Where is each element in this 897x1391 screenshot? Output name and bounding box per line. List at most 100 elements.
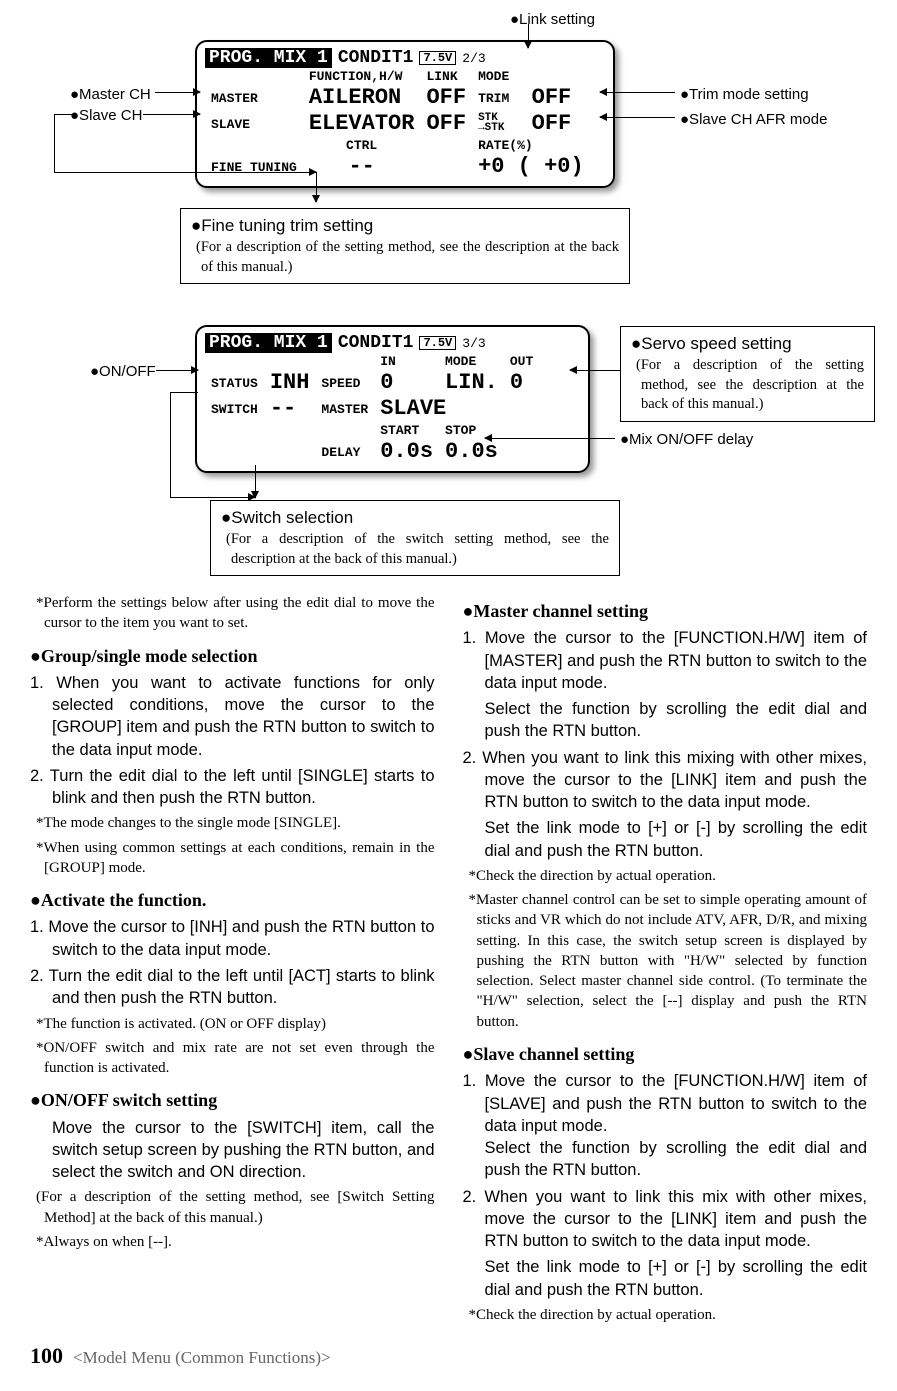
lcd1-page: 2/3 bbox=[462, 52, 485, 65]
lcd2-page: 3/3 bbox=[462, 337, 485, 350]
lcd1-slave-link: OFF bbox=[420, 111, 472, 137]
left-note-2: *When using common settings at each cond… bbox=[30, 838, 435, 879]
callout-switch-note: (For a description of the switch setting… bbox=[221, 530, 609, 569]
leader-line bbox=[54, 172, 316, 173]
leader-line bbox=[600, 117, 675, 118]
left-step-2: 2. Turn the edit dial to the left until … bbox=[30, 765, 435, 810]
diagram-area: ●Link setting ●Master CH ●Slave CH ●Trim… bbox=[30, 10, 867, 585]
label-slave-afr: ●Slave CH AFR mode bbox=[680, 110, 827, 130]
lcd1-condit: CONDIT1 bbox=[338, 49, 414, 67]
lcd2-switch-val: -- bbox=[264, 396, 316, 422]
lcd1-slave-mode-lbl: STK→STK bbox=[472, 111, 526, 137]
lcd2-mode-hdr: MODE bbox=[439, 353, 504, 370]
lcd1-slave-val: ELEVATOR bbox=[303, 111, 421, 137]
leader-line bbox=[485, 438, 615, 439]
leader-line bbox=[170, 392, 171, 497]
footer-title: <Model Menu (Common Functions)> bbox=[73, 1347, 331, 1370]
lcd2-delay-stop: 0.0s bbox=[439, 439, 504, 465]
left-step-4: 2. Turn the edit dial to the left until … bbox=[30, 965, 435, 1010]
leader-line bbox=[570, 370, 620, 371]
left-para-1: Move the cursor to the [SWITCH] item, ca… bbox=[30, 1117, 435, 1184]
label-onoff: ●ON/OFF bbox=[90, 362, 156, 382]
left-note-1: *The mode changes to the single mode [SI… bbox=[30, 813, 435, 833]
lcd1-master-lbl: MASTER bbox=[205, 85, 303, 111]
leader-line bbox=[143, 114, 200, 115]
intro-note: *Perform the settings below after using … bbox=[30, 593, 435, 634]
heading-master-channel: ●Master channel setting bbox=[463, 599, 868, 623]
leader-line bbox=[316, 172, 317, 202]
lcd2-delay-lbl: DELAY bbox=[315, 439, 374, 465]
label-trim-mode: ●Trim mode setting bbox=[680, 85, 809, 105]
right-note-1: *Check the direction by actual operation… bbox=[463, 866, 868, 886]
heading-onoff-switch: ●ON/OFF switch setting bbox=[30, 1088, 435, 1112]
right-note-3: *Check the direction by actual operation… bbox=[463, 1305, 868, 1325]
lcd2-speed-in: 0 bbox=[374, 370, 439, 396]
lcd2-batt: 7.5V bbox=[419, 336, 456, 350]
lcd2-status-lbl: STATUS bbox=[205, 370, 264, 396]
leader-line bbox=[170, 497, 255, 498]
lcd1-rate-val: +0 ( +0) bbox=[472, 154, 590, 180]
left-note-3: *The function is activated. (ON or OFF d… bbox=[30, 1014, 435, 1034]
body-columns: *Perform the settings below after using … bbox=[30, 589, 867, 1329]
lcd1-slave-mode-val: OFF bbox=[526, 111, 590, 137]
callout-switch-title: ●Switch selection bbox=[221, 507, 609, 530]
label-mix-delay: ●Mix ON/OFF delay bbox=[620, 430, 753, 450]
right-para-1: Select the function by scrolling the edi… bbox=[463, 698, 868, 743]
lcd2-condit: CONDIT1 bbox=[338, 334, 414, 352]
lcd1-ft-val: -- bbox=[303, 154, 421, 180]
left-note-6: *Always on when [--]. bbox=[30, 1232, 435, 1252]
lcd1-func-hdr: FUNCTION,H/W bbox=[303, 68, 421, 85]
lcd1-batt: 7.5V bbox=[419, 51, 456, 65]
lcd1-rate-hdr: RATE(%) bbox=[472, 137, 590, 154]
right-step-1: 1. Move the cursor to the [FUNCTION.H/W]… bbox=[463, 627, 868, 694]
lcd1-master-mode-lbl: TRIM bbox=[472, 85, 526, 111]
lcd1-ctrl-hdr: CTRL bbox=[303, 137, 421, 154]
right-step-3: 1. Move the cursor to the [FUNCTION.H/W]… bbox=[463, 1070, 868, 1181]
callout-switch-selection: ●Switch selection (For a description of … bbox=[210, 500, 620, 576]
callout-servo-speed: ●Servo speed setting (For a description … bbox=[620, 326, 875, 422]
lcd1-title: PROG. MIX 1 bbox=[205, 48, 332, 68]
lcd2-status-val: INH bbox=[264, 370, 316, 396]
lcd2-master-lbl: MASTER bbox=[315, 396, 374, 422]
heading-activate: ●Activate the function. bbox=[30, 888, 435, 912]
callout-fine-tuning: ●Fine tuning trim setting (For a descrip… bbox=[180, 208, 630, 284]
lcd2-title: PROG. MIX 1 bbox=[205, 333, 332, 353]
heading-group-single: ●Group/single mode selection bbox=[30, 644, 435, 668]
lcd-screen-2: PROG. MIX 1 CONDIT1 7.5V 3/3 IN MODE OUT… bbox=[195, 325, 590, 473]
leader-line bbox=[170, 392, 198, 393]
right-step-4: 2. When you want to link this mix with o… bbox=[463, 1186, 868, 1253]
left-step-3: 1. Move the cursor to [INH] and push the… bbox=[30, 916, 435, 961]
lcd1-link-hdr: LINK bbox=[420, 68, 472, 85]
lcd2-switch-lbl: SWITCH bbox=[205, 396, 264, 422]
leader-line bbox=[54, 114, 55, 172]
right-column: ●Master channel setting 1. Move the curs… bbox=[463, 589, 868, 1329]
lcd2-speed-mode: LIN. bbox=[439, 370, 504, 396]
lcd1-ft-lbl: FINE TUNING bbox=[205, 154, 303, 180]
lcd2-stop-hdr: STOP bbox=[439, 422, 504, 439]
leader-line bbox=[54, 114, 72, 115]
callout-fine-tuning-note: (For a description of the setting method… bbox=[191, 238, 619, 277]
lcd2-speed-out: 0 bbox=[504, 370, 539, 396]
lcd2-start-hdr: START bbox=[374, 422, 439, 439]
callout-servo-title: ●Servo speed setting bbox=[631, 333, 864, 356]
callout-servo-note: (For a description of the setting method… bbox=[631, 356, 864, 415]
left-step-1: 1. When you want to activate functions f… bbox=[30, 672, 435, 761]
right-para-3: Set the link mode to [+] or [-] by scrol… bbox=[463, 1256, 868, 1301]
label-slave-ch: ●Slave CH bbox=[70, 106, 142, 126]
lcd2-out-hdr: OUT bbox=[504, 353, 539, 370]
lcd1-mode-hdr: MODE bbox=[472, 68, 590, 85]
callout-fine-tuning-title: ●Fine tuning trim setting bbox=[191, 215, 619, 238]
lcd1-master-link: OFF bbox=[420, 85, 472, 111]
lcd2-speed-lbl: SPEED bbox=[315, 370, 374, 396]
lcd1-master-val: AILERON bbox=[303, 85, 421, 111]
lcd-screen-1: PROG. MIX 1 CONDIT1 7.5V 2/3 FUNCTION,H/… bbox=[195, 40, 615, 188]
leader-line bbox=[255, 465, 256, 498]
right-note-2: *Master channel control can be set to si… bbox=[463, 890, 868, 1032]
left-column: *Perform the settings below after using … bbox=[30, 589, 435, 1329]
leader-line bbox=[156, 370, 198, 371]
left-note-4: *ON/OFF switch and mix rate are not set … bbox=[30, 1038, 435, 1079]
lcd2-in-hdr: IN bbox=[374, 353, 439, 370]
lcd2-master-val: SLAVE bbox=[374, 396, 539, 422]
left-note-5: (For a description of the setting method… bbox=[30, 1187, 435, 1228]
label-master-ch: ●Master CH bbox=[70, 85, 151, 105]
